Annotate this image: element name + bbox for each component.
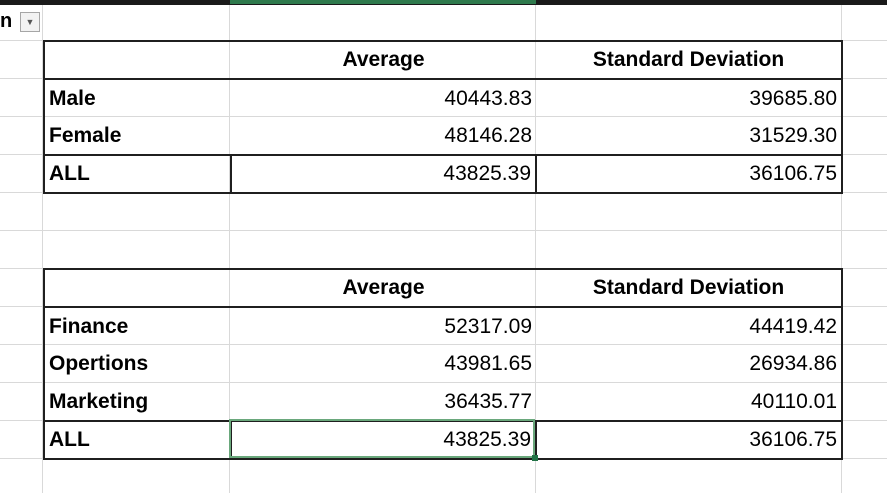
name-box[interactable]: n [0, 10, 20, 32]
average-cell[interactable]: 40443.83 [231, 79, 536, 117]
average-cell[interactable]: 52317.09 [231, 307, 536, 345]
average-cell[interactable]: 36435.77 [231, 383, 536, 421]
row-label[interactable]: Marketing [44, 383, 231, 421]
table-header-row: Average Standard Deviation [44, 41, 842, 80]
header-cell-std-dev[interactable]: Standard Deviation [536, 269, 842, 308]
std-dev-cell[interactable]: 44419.42 [536, 307, 842, 345]
table-header-row: Average Standard Deviation [44, 269, 842, 308]
row-label[interactable]: ALL [44, 420, 232, 459]
std-dev-cell[interactable]: 26934.86 [536, 345, 842, 383]
average-cell[interactable]: 48146.28 [231, 117, 536, 155]
table-row: Male 40443.83 39685.80 [44, 79, 842, 117]
header-cell[interactable] [44, 269, 231, 308]
total-row: ALL 43825.39 36106.75 [44, 420, 842, 459]
header-cell-average[interactable]: Average [231, 41, 536, 80]
row-label[interactable]: Finance [44, 307, 231, 345]
std-dev-cell[interactable]: 31529.30 [536, 117, 842, 155]
row-label[interactable]: Male [44, 79, 231, 117]
header-cell[interactable] [44, 41, 231, 80]
table-row: Finance 52317.09 44419.42 [44, 307, 842, 345]
std-dev-cell[interactable]: 40110.01 [536, 383, 842, 421]
std-dev-cell[interactable]: 39685.80 [536, 79, 842, 117]
row-label[interactable]: Female [44, 117, 231, 155]
average-cell[interactable]: 43825.39 [231, 420, 537, 459]
std-dev-cell[interactable]: 36106.75 [536, 420, 842, 459]
total-row: ALL 43825.39 36106.75 [44, 154, 842, 193]
table-row: Opertions 43981.65 26934.86 [44, 345, 842, 383]
department-stats-table: Average Standard Deviation Finance 52317… [43, 268, 843, 460]
average-cell[interactable]: 43825.39 [231, 154, 537, 193]
average-cell[interactable]: 43981.65 [231, 345, 536, 383]
table-row: Female 48146.28 31529.30 [44, 117, 842, 155]
row-label[interactable]: Opertions [44, 345, 231, 383]
gridline [0, 230, 887, 231]
header-cell-std-dev[interactable]: Standard Deviation [536, 41, 842, 80]
row-label[interactable]: ALL [44, 154, 232, 193]
selected-column-indicator [230, 0, 536, 4]
table-row: Marketing 36435.77 40110.01 [44, 383, 842, 421]
std-dev-cell[interactable]: 36106.75 [536, 154, 842, 193]
chevron-down-icon[interactable]: ▼ [20, 12, 40, 32]
fill-handle[interactable] [532, 455, 538, 461]
gender-stats-table: Average Standard Deviation Male 40443.83… [43, 40, 843, 194]
header-cell-average[interactable]: Average [231, 269, 536, 308]
